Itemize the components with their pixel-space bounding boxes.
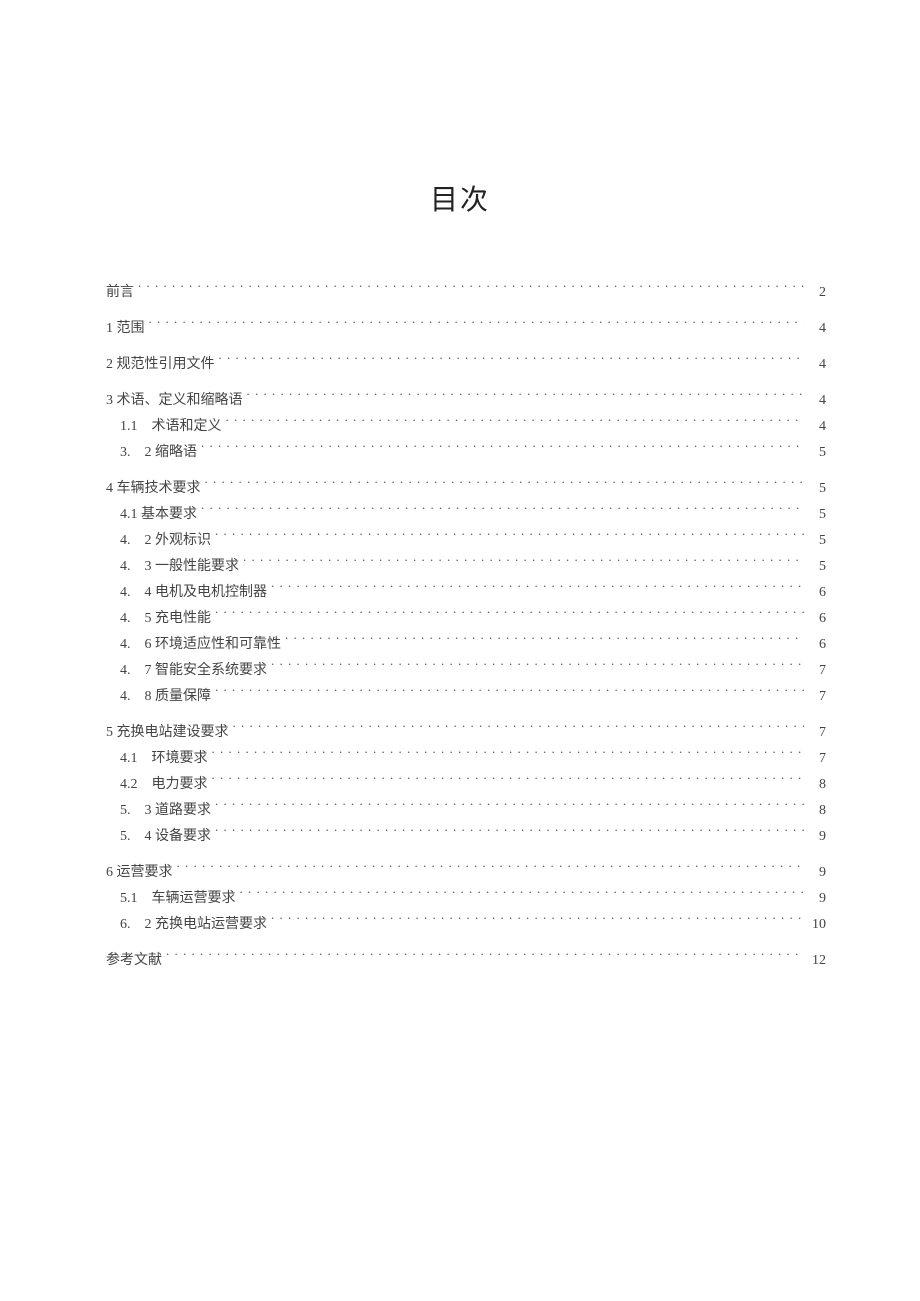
toc-entry-label: 6 运营要求 xyxy=(106,860,173,886)
toc-entry[interactable]: 5. 3 道路要求 8 xyxy=(106,798,826,824)
toc-entry[interactable]: 4. 2 外观标识 5 xyxy=(106,528,826,554)
toc-leader-dots xyxy=(212,774,805,788)
toc-entry-label: 4.1 基本要求 xyxy=(106,502,197,528)
toc-leader-dots xyxy=(201,504,804,518)
toc-entry-page: 10 xyxy=(808,912,826,938)
toc-entry-label: 5 充换电站建设要求 xyxy=(106,720,229,746)
toc-entry-label: 前言 xyxy=(106,280,134,306)
toc-entry[interactable]: 4. 7 智能安全系统要求 7 xyxy=(106,658,826,684)
toc-entry-page: 6 xyxy=(808,580,826,606)
toc-entry-label: 4 车辆技术要求 xyxy=(106,476,201,502)
toc-entry-page: 4 xyxy=(808,414,826,440)
toc-entry[interactable]: 前言 2 xyxy=(106,280,826,306)
toc-entry-page: 4 xyxy=(808,316,826,342)
toc-entry[interactable]: 4. 4 电机及电机控制器 6 xyxy=(106,580,826,606)
toc-leader-dots xyxy=(166,950,804,964)
toc-entry-label: 5. 3 道路要求 xyxy=(106,798,211,824)
toc-entry-label: 4. 5 充电性能 xyxy=(106,606,211,632)
toc-entry-page: 5 xyxy=(808,476,826,502)
toc-entry[interactable]: 3 术语、定义和缩略语 4 xyxy=(106,388,826,414)
toc-leader-dots xyxy=(212,748,805,762)
toc-entry-page: 6 xyxy=(808,606,826,632)
toc-leader-dots xyxy=(215,686,804,700)
toc-entry-page: 2 xyxy=(808,280,826,306)
toc-leader-dots xyxy=(233,722,805,736)
toc-entry-label: 3. 2 缩略语 xyxy=(106,440,197,466)
toc-entry-page: 5 xyxy=(808,528,826,554)
toc-leader-dots xyxy=(285,634,804,648)
toc-entry-label: 4.1 环境要求 xyxy=(106,746,208,772)
toc-entry-label: 3 术语、定义和缩略语 xyxy=(106,388,243,414)
toc-entry[interactable]: 4.1 环境要求 7 xyxy=(106,746,826,772)
toc-entry-label: 5.1 车辆运营要求 xyxy=(106,886,236,912)
toc-leader-dots xyxy=(247,390,805,404)
toc-list: 前言 2 1 范围 4 2 规范性引用文件 4 3 术语、定义和缩略语 4 1.1 术语和定义 4… xyxy=(106,280,826,974)
toc-entry-page: 12 xyxy=(808,948,826,974)
toc-entry-label: 6. 2 充换电站运营要求 xyxy=(106,912,267,938)
toc-title: 目次 xyxy=(0,178,920,218)
toc-entry[interactable]: 4. 6 环境适应性和可靠性 6 xyxy=(106,632,826,658)
toc-leader-dots xyxy=(219,354,805,368)
toc-entry-page: 4 xyxy=(808,388,826,414)
toc-leader-dots xyxy=(201,442,804,456)
toc-entry[interactable]: 4.1 基本要求 5 xyxy=(106,502,826,528)
toc-leader-dots xyxy=(240,888,805,902)
toc-entry-page: 7 xyxy=(808,684,826,710)
toc-entry-label: 2 规范性引用文件 xyxy=(106,352,215,378)
toc-leader-dots xyxy=(215,608,804,622)
toc-entry[interactable]: 2 规范性引用文件 4 xyxy=(106,352,826,378)
toc-entry-page: 9 xyxy=(808,886,826,912)
toc-entry-page: 9 xyxy=(808,824,826,850)
toc-leader-dots xyxy=(226,416,805,430)
toc-entry[interactable]: 4.2 电力要求 8 xyxy=(106,772,826,798)
toc-entry-page: 7 xyxy=(808,720,826,746)
toc-entry[interactable]: 4 车辆技术要求 5 xyxy=(106,476,826,502)
toc-entry[interactable]: 5 充换电站建设要求 7 xyxy=(106,720,826,746)
toc-entry-page: 9 xyxy=(808,860,826,886)
toc-entry[interactable]: 4. 5 充电性能 6 xyxy=(106,606,826,632)
toc-entry[interactable]: 6. 2 充换电站运营要求 10 xyxy=(106,912,826,938)
toc-entry-page: 4 xyxy=(808,352,826,378)
toc-entry[interactable]: 参考文献 12 xyxy=(106,948,826,974)
toc-leader-dots xyxy=(271,660,804,674)
toc-entry[interactable]: 5. 4 设备要求 9 xyxy=(106,824,826,850)
toc-leader-dots xyxy=(215,826,804,840)
toc-leader-dots xyxy=(215,530,804,544)
toc-entry-label: 4. 4 电机及电机控制器 xyxy=(106,580,267,606)
toc-entry-page: 5 xyxy=(808,554,826,580)
page: 目次 前言21 范围42 规范性引用文件43 术语、定义和缩略语41.1 术语和… xyxy=(0,0,920,1301)
toc-entry-page: 6 xyxy=(808,632,826,658)
toc-entry-page: 7 xyxy=(808,746,826,772)
toc-entry[interactable]: 1 范围 4 xyxy=(106,316,826,342)
toc-entry[interactable]: 4. 8 质量保障 7 xyxy=(106,684,826,710)
toc-entry-label: 4. 3 一般性能要求 xyxy=(106,554,239,580)
toc-entry-label: 4. 8 质量保障 xyxy=(106,684,211,710)
toc-entry[interactable]: 3. 2 缩略语 5 xyxy=(106,440,826,466)
toc-entry-label: 4. 6 环境适应性和可靠性 xyxy=(106,632,281,658)
toc-entry-page: 8 xyxy=(808,798,826,824)
toc-entry-label: 参考文献 xyxy=(106,948,162,974)
toc-entry-page: 7 xyxy=(808,658,826,684)
toc-leader-dots xyxy=(215,800,804,814)
toc-entry-label: 4. 2 外观标识 xyxy=(106,528,211,554)
toc-leader-dots xyxy=(149,318,805,332)
toc-leader-dots xyxy=(138,282,804,296)
toc-leader-dots xyxy=(271,582,804,596)
toc-entry-label: 1 范围 xyxy=(106,316,145,342)
toc-entry-label: 4.2 电力要求 xyxy=(106,772,208,798)
toc-entry-label: 5. 4 设备要求 xyxy=(106,824,211,850)
toc-entry-label: 4. 7 智能安全系统要求 xyxy=(106,658,267,684)
toc-entry-page: 5 xyxy=(808,502,826,528)
toc-leader-dots xyxy=(243,556,804,570)
toc-entry[interactable]: 6 运营要求 9 xyxy=(106,860,826,886)
toc-leader-dots xyxy=(177,862,805,876)
toc-entry-page: 8 xyxy=(808,772,826,798)
toc-leader-dots xyxy=(271,914,804,928)
toc-entry[interactable]: 4. 3 一般性能要求 5 xyxy=(106,554,826,580)
toc-entry[interactable]: 5.1 车辆运营要求 9 xyxy=(106,886,826,912)
toc-entry[interactable]: 1.1 术语和定义 4 xyxy=(106,414,826,440)
toc-leader-dots xyxy=(205,478,805,492)
toc-entry-label: 1.1 术语和定义 xyxy=(106,414,222,440)
toc-entry-page: 5 xyxy=(808,440,826,466)
